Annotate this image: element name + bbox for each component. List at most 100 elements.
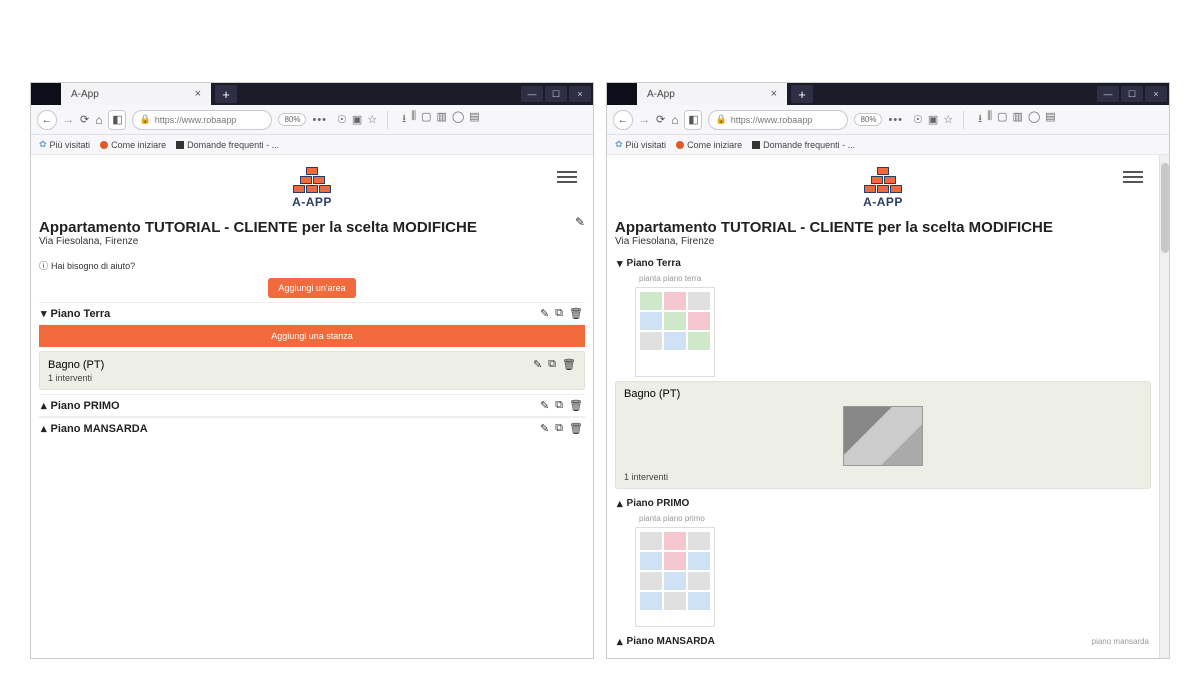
help-icon: ⓘ bbox=[39, 259, 48, 272]
chevron-up-icon: ▴ bbox=[41, 399, 47, 412]
url-bar[interactable]: 🔒 https://www.robaapp bbox=[132, 110, 272, 130]
more-icon[interactable]: ••• bbox=[312, 114, 327, 126]
browser-toolbar: ← → ⟳ ⌂ ◧ 🔒 https://www.robaapp 80% ••• … bbox=[607, 105, 1169, 135]
brick-icon bbox=[293, 167, 331, 193]
reload-button[interactable]: ⟳ bbox=[80, 113, 89, 126]
minimize-button[interactable]: — bbox=[521, 86, 543, 102]
forward-button[interactable]: → bbox=[639, 114, 650, 126]
room-name: Bagno (PT) bbox=[48, 359, 104, 371]
download-icon[interactable]: ⭳ bbox=[402, 110, 406, 129]
delete-icon[interactable]: 🗑 bbox=[562, 358, 576, 371]
delete-icon[interactable]: 🗑 bbox=[569, 422, 583, 435]
shield-icon[interactable]: ◧ bbox=[684, 110, 702, 130]
lock-icon: 🔒 bbox=[139, 114, 150, 125]
edit-icon[interactable]: ✎ bbox=[540, 307, 549, 320]
delete-icon[interactable]: 🗑 bbox=[569, 399, 583, 412]
new-tab-button[interactable]: + bbox=[791, 85, 813, 103]
url-bar[interactable]: 🔒 https://www.robaapp bbox=[708, 110, 848, 130]
extension-icon-1[interactable]: ▢ bbox=[421, 110, 431, 129]
menu-icon[interactable]: ▤ bbox=[1045, 110, 1055, 129]
copy-icon[interactable]: ⧉ bbox=[555, 422, 563, 435]
close-tab-icon[interactable]: × bbox=[771, 88, 777, 100]
close-window-button[interactable]: × bbox=[569, 86, 591, 102]
browser-tab[interactable]: A-App × bbox=[61, 83, 211, 105]
bookmark-getting-started[interactable]: Come iniziare bbox=[676, 140, 742, 150]
extension-icon-2[interactable]: ▥ bbox=[437, 110, 447, 129]
add-area-button[interactable]: Aggiungi un'area bbox=[268, 278, 355, 298]
home-button[interactable]: ⌂ bbox=[95, 113, 102, 127]
screenshot-icon[interactable]: ▣ bbox=[352, 113, 362, 126]
extension-icon-1[interactable]: ▢ bbox=[997, 110, 1007, 129]
hamburger-menu[interactable] bbox=[557, 171, 577, 183]
hamburger-menu[interactable] bbox=[1123, 171, 1143, 183]
copy-icon[interactable]: ⧉ bbox=[555, 307, 563, 320]
area-row-terra[interactable]: ▾Piano Terra ✎ ⧉ 🗑 bbox=[39, 302, 585, 325]
bookmark-label: Domande frequenti - ... bbox=[763, 140, 855, 150]
new-tab-button[interactable]: + bbox=[215, 85, 237, 103]
minimize-button[interactable]: — bbox=[1097, 86, 1119, 102]
area-name: Piano MANSARDA bbox=[627, 636, 715, 647]
area-row-mansarda[interactable]: ▴Piano MANSARDA piano mansarda bbox=[615, 631, 1151, 652]
app-logo[interactable]: A-APP bbox=[292, 167, 332, 209]
menu-icon[interactable]: ▤ bbox=[469, 110, 479, 129]
bookmarks-bar: ✿ Più visitati Come iniziare Domande fre… bbox=[31, 135, 593, 155]
more-icon[interactable]: ••• bbox=[888, 114, 903, 126]
reload-button[interactable]: ⟳ bbox=[656, 113, 665, 126]
download-icon[interactable]: ⭳ bbox=[978, 110, 982, 129]
edit-project-icon[interactable]: ✎ bbox=[575, 215, 585, 229]
bookmark-getting-started[interactable]: Come iniziare bbox=[100, 140, 166, 150]
area-row-primo[interactable]: ▴Piano PRIMO bbox=[615, 493, 1151, 514]
close-window-button[interactable]: × bbox=[1145, 86, 1167, 102]
close-tab-icon[interactable]: × bbox=[195, 88, 201, 100]
reader-icon[interactable]: ☉ bbox=[913, 113, 923, 126]
tab-spacer bbox=[31, 83, 61, 105]
library-icon[interactable]: ⫼ bbox=[411, 110, 416, 129]
area-row-mansarda[interactable]: ▴Piano MANSARDA ✎ ⧉ 🗑 bbox=[39, 417, 585, 439]
star-icon[interactable]: ☆ bbox=[367, 113, 377, 126]
scrollbar-thumb[interactable] bbox=[1161, 163, 1169, 253]
add-room-button[interactable]: Aggiungi una stanza bbox=[39, 325, 585, 347]
bookmark-most-visited[interactable]: ✿Più visitati bbox=[615, 139, 666, 150]
tab-title: A-App bbox=[647, 89, 675, 100]
star-icon[interactable]: ☆ bbox=[943, 113, 953, 126]
edit-icon[interactable]: ✎ bbox=[540, 422, 549, 435]
bookmark-most-visited[interactable]: ✿ Più visitati bbox=[39, 139, 90, 150]
app-logo[interactable]: A-APP bbox=[863, 167, 903, 209]
back-button[interactable]: ← bbox=[37, 110, 57, 130]
area-name: Piano Terra bbox=[627, 258, 681, 269]
floorplan-thumbnail-primo[interactable] bbox=[635, 527, 715, 627]
browser-tab[interactable]: A-App × bbox=[637, 83, 787, 105]
bookmark-faq[interactable]: Domande frequenti - ... bbox=[752, 140, 855, 150]
zoom-indicator[interactable]: 80% bbox=[854, 113, 882, 126]
extension-icon-2[interactable]: ▥ bbox=[1013, 110, 1023, 129]
account-icon[interactable]: ◯ bbox=[452, 110, 464, 129]
zoom-indicator[interactable]: 80% bbox=[278, 113, 306, 126]
home-button[interactable]: ⌂ bbox=[671, 113, 678, 127]
room-name: Bagno (PT) bbox=[624, 388, 1142, 400]
square-icon bbox=[176, 141, 184, 149]
room-photo-thumbnail[interactable] bbox=[843, 406, 923, 466]
delete-icon[interactable]: 🗑 bbox=[569, 307, 583, 320]
shield-icon[interactable]: ◧ bbox=[108, 110, 126, 130]
reader-icon[interactable]: ☉ bbox=[337, 113, 347, 126]
room-card-bagno[interactable]: Bagno (PT) 1 interventi bbox=[615, 381, 1151, 489]
area-row-primo[interactable]: ▴Piano PRIMO ✎ ⧉ 🗑 bbox=[39, 394, 585, 417]
copy-icon[interactable]: ⧉ bbox=[548, 358, 556, 371]
help-link[interactable]: ⓘ Hai bisogno di aiuto? bbox=[39, 259, 585, 272]
tab-spacer bbox=[607, 83, 637, 105]
screenshot-icon[interactable]: ▣ bbox=[928, 113, 938, 126]
room-card-bagno[interactable]: Bagno (PT) ✎ ⧉ 🗑 1 interventi bbox=[39, 351, 585, 390]
floorplan-thumbnail-terra[interactable] bbox=[635, 287, 715, 377]
copy-icon[interactable]: ⧉ bbox=[555, 399, 563, 412]
library-icon[interactable]: ⫼ bbox=[987, 110, 992, 129]
vertical-scrollbar[interactable] bbox=[1159, 155, 1169, 658]
account-icon[interactable]: ◯ bbox=[1028, 110, 1040, 129]
forward-button[interactable]: → bbox=[63, 114, 74, 126]
bookmark-faq[interactable]: Domande frequenti - ... bbox=[176, 140, 279, 150]
back-button[interactable]: ← bbox=[613, 110, 633, 130]
maximize-button[interactable]: ☐ bbox=[545, 86, 567, 102]
edit-icon[interactable]: ✎ bbox=[533, 358, 542, 371]
area-row-terra[interactable]: ▾Piano Terra bbox=[615, 253, 1151, 274]
maximize-button[interactable]: ☐ bbox=[1121, 86, 1143, 102]
edit-icon[interactable]: ✎ bbox=[540, 399, 549, 412]
